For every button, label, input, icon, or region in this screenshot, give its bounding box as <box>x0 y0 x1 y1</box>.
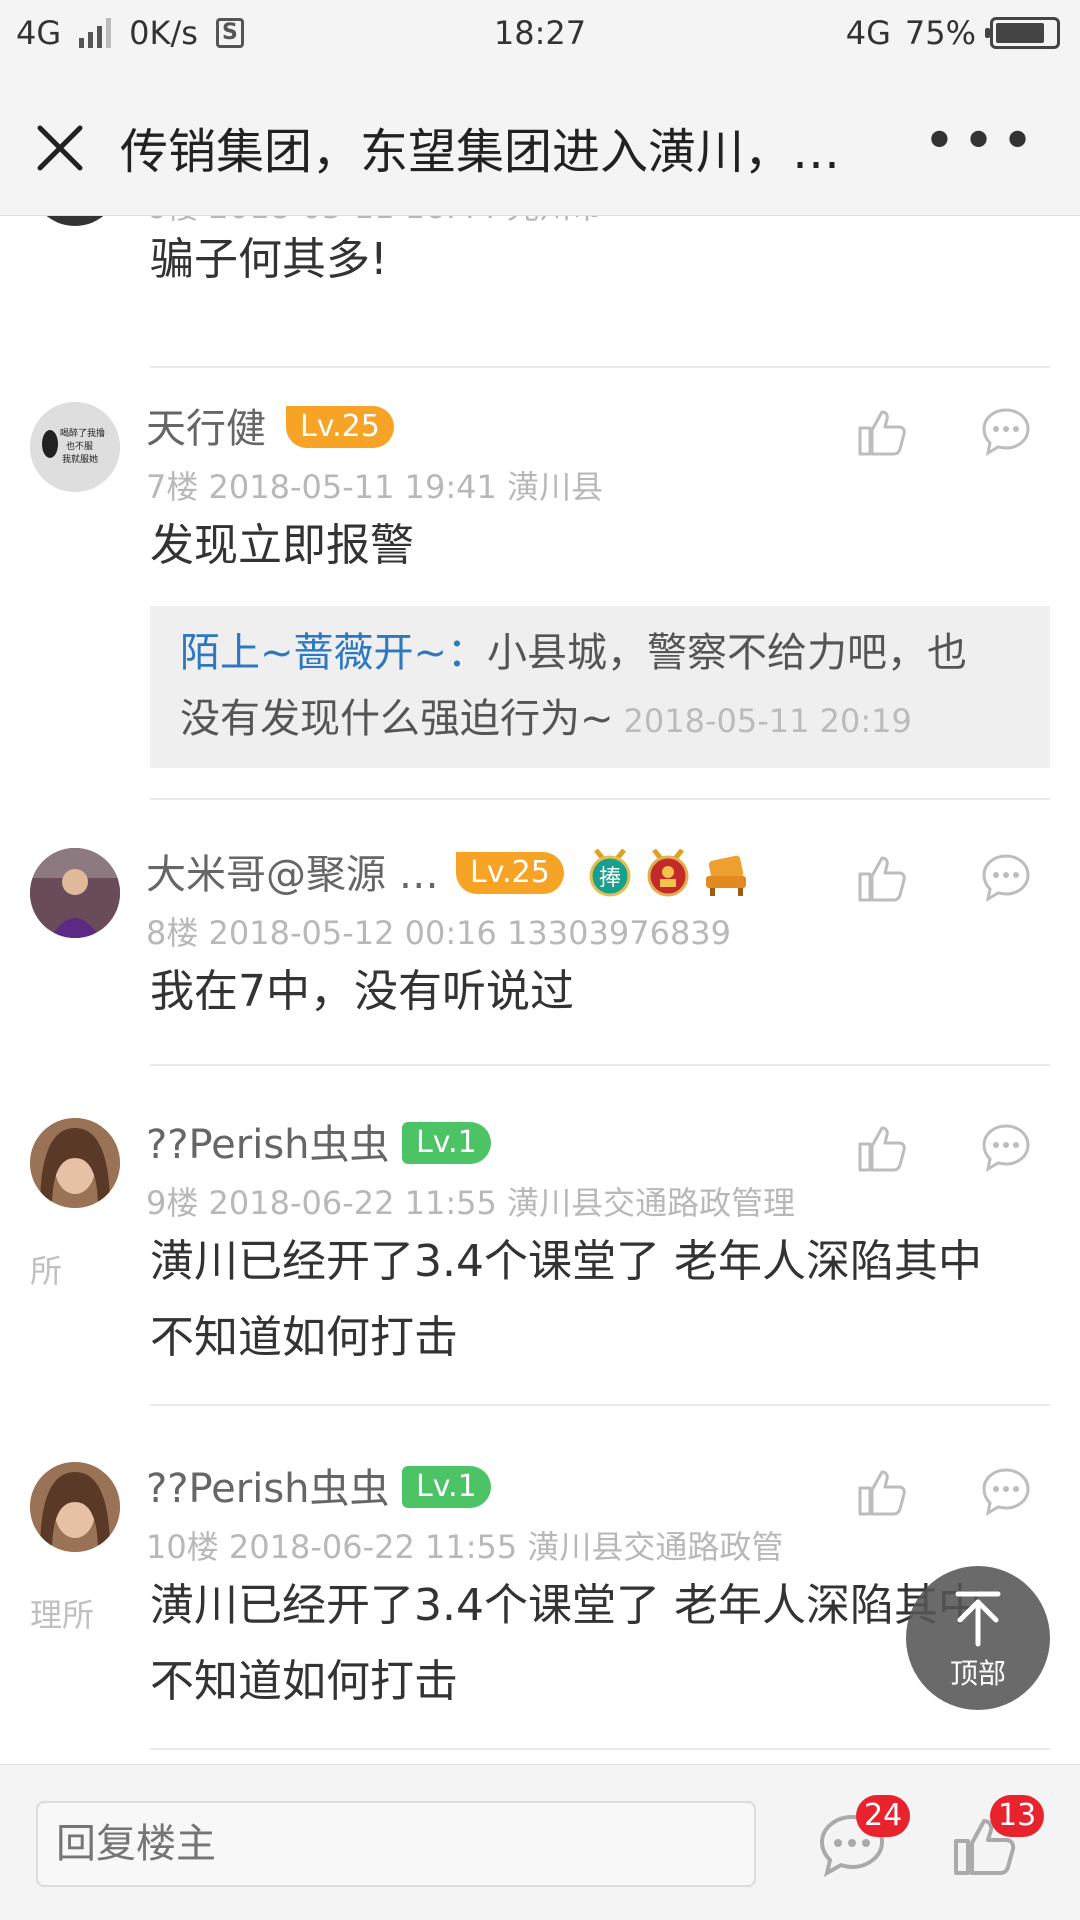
comment-icon[interactable] <box>980 406 1032 458</box>
avatar-image <box>30 848 120 938</box>
avatar-caption-3: 我就服她 <box>62 453 98 465</box>
thumbs-up-icon[interactable] <box>856 1466 908 1518</box>
avatar[interactable]: 喝醉了我撸 也不服 我就服她 <box>30 402 120 492</box>
comment-post-9: ??Perish虫虫 Lv.1 9楼 2018-06-22 11:55 潢川县交… <box>0 1118 1080 1464</box>
username[interactable]: ??Perish虫虫 <box>146 1112 390 1170</box>
comment-post-7: 喝醉了我撸 也不服 我就服她 天行健 Lv.25 7楼 2018-05-11 1… <box>0 402 1080 864</box>
back-to-top-label: 顶部 <box>949 1657 1006 1690</box>
level-badge: Lv.1 <box>402 1466 491 1508</box>
level-badge: Lv.25 <box>456 852 564 894</box>
medal-label: 捧 <box>599 866 621 891</box>
battery-fill <box>996 23 1044 43</box>
reply-text-1: 小县城，警察不给力吧，也 <box>487 630 968 676</box>
username[interactable]: 天行健 <box>146 396 266 454</box>
avatar-caption-2: 也不服 <box>66 440 93 452</box>
post-text: 我在7中，没有听说过 <box>150 966 574 1017</box>
medal-icon: 捧 <box>589 848 631 897</box>
divider <box>150 798 1050 800</box>
reply-text-2: 没有发现什么强迫行为~ <box>180 696 614 742</box>
comment-count-badge: 24 <box>856 1795 911 1837</box>
back-to-top-button[interactable]: 顶部 <box>906 1566 1050 1710</box>
avatar-image <box>30 1118 120 1208</box>
comment-icon[interactable] <box>980 852 1032 904</box>
avatar-image <box>30 1462 120 1552</box>
post-meta: 9楼 2018-06-22 11:55 潢川县交通路政管理 <box>146 1184 796 1222</box>
username[interactable]: 大米哥@聚源 … <box>146 842 439 900</box>
comment-icon[interactable] <box>980 1466 1032 1518</box>
post-text: 骗子何其多! <box>150 234 388 285</box>
arrow-up-icon <box>955 1591 1001 1647</box>
reply-quote[interactable]: 陌上~蔷薇开~：小县城，警察不给力吧，也 没有发现什么强迫行为~ 2018-05-… <box>150 606 1050 768</box>
sofa-icon <box>706 855 746 896</box>
avatar[interactable] <box>30 216 120 226</box>
bottom-bar: 24 13 <box>0 1764 1080 1920</box>
post-meta: 7楼 2018-05-11 19:41 潢川县 <box>146 468 604 506</box>
more-menu-button[interactable]: ••• <box>923 114 1040 170</box>
network-right-label: 4G <box>845 14 891 52</box>
comment-post-8: 大米哥@聚源 … Lv.25 捧 8楼 2018-05-12 00:16 133… <box>0 848 1080 1124</box>
avatar[interactable] <box>30 1118 120 1208</box>
divider <box>150 1064 1050 1066</box>
close-icon[interactable] <box>30 118 90 178</box>
divider <box>150 1748 1050 1750</box>
divider <box>150 366 1050 368</box>
reply-input[interactable] <box>36 1801 756 1887</box>
title-bar: 传销集团，东望集团进入潢川，… ••• <box>0 72 1080 216</box>
reply-username[interactable]: 陌上~蔷薇开~： <box>180 630 487 676</box>
post-meta: 10楼 2018-06-22 11:55 潢川县交通路政管 <box>146 1528 784 1566</box>
thumbs-up-icon[interactable] <box>856 406 908 458</box>
divider <box>150 1404 1050 1406</box>
post-text-line-1: 潢川已经开了3.4个课堂了 老年人深陷其中 <box>150 1236 982 1287</box>
status-bar: 4G 0K/s S 18:27 4G 75% <box>0 0 1080 72</box>
avatar[interactable] <box>30 848 120 938</box>
like-count-badge: 13 <box>990 1795 1045 1837</box>
meta-overflow-text: 理所 <box>30 1596 95 1634</box>
comment-icon[interactable] <box>980 1122 1032 1174</box>
post-text-line-2: 不知道如何打击 <box>150 1312 458 1363</box>
level-badge: Lv.25 <box>286 406 394 448</box>
reply-line-1: 陌上~蔷薇开~：小县城，警察不给力吧，也 <box>180 620 1020 686</box>
award-icon <box>647 848 689 897</box>
post-text: 潢川已经开了3.4个课堂了 老年人深陷其中 不知道如何打击 <box>150 1224 1050 1376</box>
comment-list: 6楼 2018-05-11 16:44 光州市 骗子何其多! 喝醉了我撸 也不服… <box>0 216 1080 1764</box>
post-text: 发现立即报警 <box>150 520 414 571</box>
reply-line-2: 没有发现什么强迫行为~ 2018-05-11 20:19 <box>180 686 1020 754</box>
avatar-caption-1: 喝醉了我撸 <box>60 427 105 439</box>
status-right: 4G 75% <box>846 14 1060 52</box>
thumbs-up-icon[interactable] <box>856 1122 908 1174</box>
reply-date: 2018-05-11 20:19 <box>623 702 912 740</box>
battery-percent: 75% <box>904 14 976 52</box>
meta-overflow-text: 所 <box>30 1252 63 1290</box>
post-meta: 8楼 2018-05-12 00:16 13303976839 <box>146 914 732 952</box>
avatar[interactable] <box>30 1462 120 1552</box>
battery-icon <box>985 17 1060 49</box>
avatar-image: 喝醉了我撸 也不服 我就服她 <box>30 402 120 492</box>
page-title: 传销集团，东望集团进入潢川，… <box>120 124 841 180</box>
username[interactable]: ??Perish虫虫 <box>146 1456 390 1514</box>
level-badge: Lv.1 <box>402 1122 491 1164</box>
thumbs-up-icon[interactable] <box>856 852 908 904</box>
